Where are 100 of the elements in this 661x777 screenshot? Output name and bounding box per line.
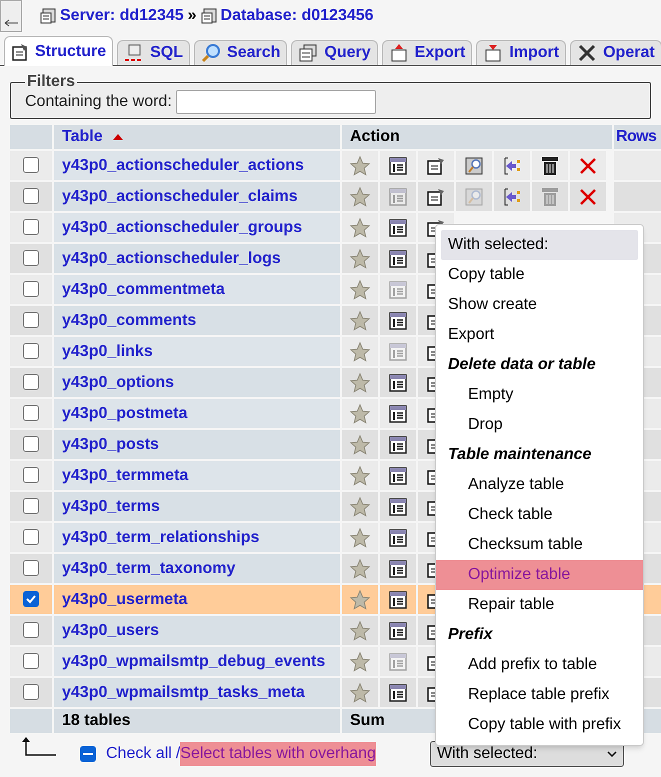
database-link[interactable]: Database: d0123456 [220, 4, 374, 28]
insert-icon[interactable] [503, 186, 521, 206]
structure-icon[interactable] [427, 156, 445, 174]
row-checkbox[interactable] [23, 529, 39, 546]
browse-icon[interactable] [389, 436, 407, 454]
star-icon[interactable] [349, 340, 371, 362]
tab[interactable]: Operat [570, 40, 661, 65]
row-checkbox[interactable] [23, 343, 39, 360]
star-icon[interactable] [349, 434, 371, 456]
star-icon[interactable] [349, 154, 371, 176]
menu-item[interactable]: Show create [441, 290, 638, 320]
sum-label: Sum [350, 712, 385, 729]
star-icon[interactable] [349, 248, 371, 270]
server-link[interactable]: Server: dd12345 [60, 4, 184, 28]
browse-icon[interactable] [389, 590, 407, 608]
menu-group-label: Table maintenance [447, 445, 592, 465]
table-name-link[interactable]: y43p0_users [62, 622, 159, 638]
export-icon [388, 44, 409, 62]
row-checkbox[interactable] [23, 560, 39, 576]
row-checkbox[interactable] [23, 219, 39, 236]
row-checkbox[interactable] [23, 622, 39, 638]
check-all-checkbox[interactable] [80, 746, 96, 762]
browse-icon[interactable] [389, 684, 407, 702]
star-icon[interactable] [349, 402, 371, 424]
tab[interactable]: Import [476, 40, 566, 65]
menu-item[interactable]: Add prefix to table [436, 650, 643, 680]
menu-item[interactable]: Copy table [441, 260, 638, 290]
insert-icon[interactable] [503, 156, 521, 176]
filter-label: Containing the word: [25, 92, 172, 112]
filter-input[interactable] [176, 90, 376, 114]
star-icon[interactable] [349, 464, 371, 486]
star-icon[interactable] [349, 650, 371, 672]
browse-icon[interactable] [389, 312, 407, 330]
back-button[interactable] [0, 0, 22, 32]
star-icon[interactable] [349, 310, 371, 332]
trash-icon[interactable] [541, 156, 559, 176]
browse-icon[interactable] [389, 156, 407, 174]
row-checkbox[interactable] [23, 281, 39, 298]
row-checkbox[interactable] [23, 374, 39, 390]
menu-item[interactable]: Copy table with prefix [436, 710, 643, 740]
row-checkbox[interactable] [23, 405, 39, 422]
menu-header: With selected: [441, 230, 638, 260]
menu-item[interactable]: Analyze table [436, 470, 643, 500]
star-icon[interactable] [349, 588, 371, 610]
row-checkbox[interactable] [23, 498, 39, 514]
column-header[interactable]: Action [350, 125, 400, 149]
tab[interactable]: Export [382, 40, 472, 65]
table-structure-icon [11, 42, 29, 60]
menu-item[interactable]: Drop [436, 410, 643, 440]
row-checkbox[interactable] [23, 436, 39, 452]
browse-icon[interactable] [389, 466, 407, 484]
row-checkbox[interactable] [23, 591, 39, 608]
column-header[interactable]: Table [62, 125, 103, 149]
query-icon [298, 44, 318, 62]
row-checkbox[interactable] [23, 684, 39, 700]
row-checkbox[interactable] [23, 312, 39, 328]
browse-icon[interactable] [389, 528, 407, 546]
menu-item[interactable]: Check table [436, 500, 643, 530]
browse-icon[interactable] [389, 622, 407, 640]
structure-icon[interactable] [427, 188, 445, 206]
browse-icon[interactable] [389, 218, 407, 236]
browse-icon[interactable] [389, 498, 407, 516]
server-icon [40, 8, 56, 24]
row-checkbox[interactable] [23, 250, 39, 266]
tab[interactable]: Query [291, 40, 378, 65]
table-name-link[interactable]: y43p0_posts [62, 436, 159, 452]
star-icon[interactable] [349, 186, 371, 208]
star-icon[interactable] [349, 372, 371, 394]
table-name-link[interactable]: y43p0_links [62, 342, 153, 360]
menu-item[interactable]: Empty [436, 380, 643, 410]
search-icon [201, 43, 222, 63]
browse-icon[interactable] [389, 374, 407, 392]
star-icon[interactable] [349, 682, 371, 704]
tab[interactable]: Structure [4, 36, 114, 66]
menu-item[interactable]: Export [441, 320, 638, 350]
row-checkbox[interactable] [23, 157, 39, 174]
arrow-left-icon [4, 19, 18, 27]
menu-item[interactable]: Replace table prefix [436, 680, 643, 710]
star-icon[interactable] [349, 496, 371, 518]
tab[interactable]: Search [194, 40, 288, 65]
star-icon[interactable] [349, 526, 371, 548]
delete-icon[interactable] [579, 188, 597, 206]
menu-item[interactable]: Repair table [436, 590, 643, 620]
browse-icon[interactable] [389, 250, 407, 268]
browse-icon[interactable] [389, 560, 407, 578]
star-icon[interactable] [349, 216, 371, 238]
star-icon[interactable] [349, 558, 371, 580]
delete-icon[interactable] [579, 156, 597, 174]
menu-item[interactable]: Checksum table [436, 530, 643, 560]
browse-icon[interactable] [389, 404, 407, 422]
tab[interactable]: SQL [117, 40, 190, 65]
sort-arrow-icon [112, 134, 123, 140]
star-icon[interactable] [349, 278, 371, 300]
filters-legend: Filters [25, 74, 78, 90]
row-checkbox[interactable] [23, 467, 39, 484]
row-checkbox[interactable] [23, 653, 39, 670]
table-search-icon[interactable] [465, 156, 483, 174]
star-icon[interactable] [349, 620, 371, 642]
check-all-link[interactable]: Check all [106, 742, 172, 766]
row-checkbox[interactable] [23, 188, 39, 204]
